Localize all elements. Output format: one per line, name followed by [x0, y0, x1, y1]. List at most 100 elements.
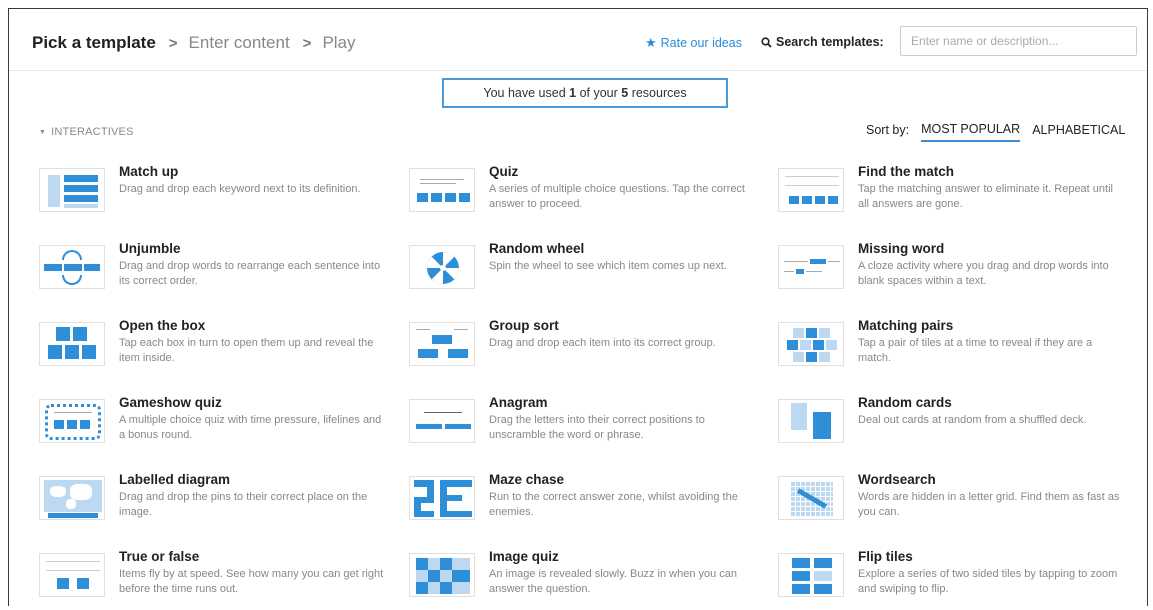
search-input[interactable]: [900, 26, 1137, 56]
template-title: Group sort: [489, 318, 559, 333]
anagram-icon: [409, 399, 475, 443]
sort-alphabetical[interactable]: ALPHABETICAL: [1032, 119, 1125, 141]
template-title: Matching pairs: [858, 318, 954, 333]
template-description: Explore a series of two sided tiles by t…: [858, 568, 1118, 595]
template-quiz[interactable]: Quiz A series of multiple choice questio…: [409, 164, 759, 224]
template-wordsearch[interactable]: Wordsearch Words are hidden in a letter …: [778, 472, 1128, 532]
template-open-the-box[interactable]: Open the box Tap each box in turn to ope…: [39, 318, 389, 378]
sort-by-label: Sort by:: [866, 123, 910, 137]
quiz-icon: [409, 168, 475, 212]
rate-ideas-label: Rate our ideas: [660, 36, 742, 50]
template-random-wheel[interactable]: Random wheel Spin the wheel to see which…: [409, 241, 759, 301]
template-title: Labelled diagram: [119, 472, 231, 487]
breadcrumb-play: Play: [322, 33, 356, 52]
template-description: Words are hidden in a letter grid. Find …: [858, 491, 1120, 518]
template-description: Drag and drop words to rearrange each se…: [119, 260, 381, 287]
template-title: Gameshow quiz: [119, 395, 222, 410]
flip-tiles-icon: [778, 553, 844, 597]
template-description: Tap each box in turn to open them up and…: [119, 337, 374, 364]
template-description: Spin the wheel to see which item comes u…: [489, 260, 727, 272]
missing-word-icon: [778, 245, 844, 289]
template-unjumble[interactable]: Unjumble Drag and drop words to rearrang…: [39, 241, 389, 301]
sort-most-popular[interactable]: MOST POPULAR: [921, 118, 1021, 142]
template-text: Random cards Deal out cards at random fr…: [858, 395, 1123, 455]
template-gameshow-quiz[interactable]: Gameshow quiz A multiple choice quiz wit…: [39, 395, 389, 455]
template-text: Anagram Drag the letters into their corr…: [489, 395, 754, 455]
template-description: An image is revealed slowly. Buzz in whe…: [489, 568, 738, 595]
template-maze-chase[interactable]: Maze chase Run to the correct answer zon…: [409, 472, 759, 532]
template-find-the-match[interactable]: Find the match Tap the matching answer t…: [778, 164, 1128, 224]
template-flip-tiles[interactable]: Flip tiles Explore a series of two sided…: [778, 549, 1128, 606]
template-text: Open the box Tap each box in turn to ope…: [119, 318, 384, 378]
search-icon: [761, 36, 772, 48]
wordsearch-icon: [778, 476, 844, 520]
caret-down-icon: ▼: [39, 128, 47, 136]
template-title: Image quiz: [489, 549, 559, 564]
template-description: Drag and drop each item into its correct…: [489, 337, 716, 349]
template-labelled-diagram[interactable]: Labelled diagram Drag and drop the pins …: [39, 472, 389, 532]
header-bar: Pick a template > Enter content > Play ★…: [9, 9, 1147, 71]
true-or-false-icon: [39, 553, 105, 597]
template-description: Drag the letters into their correct posi…: [489, 414, 705, 441]
usage-suffix: resources: [628, 86, 687, 100]
template-title: Find the match: [858, 164, 955, 179]
breadcrumb: Pick a template > Enter content > Play: [32, 33, 356, 53]
template-text: Matching pairs Tap a pair of tiles at a …: [858, 318, 1123, 378]
template-description: Drag and drop each keyword next to its d…: [119, 183, 361, 195]
template-title: Missing word: [858, 241, 945, 256]
search-label-text: Search templates:: [776, 35, 884, 49]
find-the-match-icon: [778, 168, 844, 212]
template-description: Tap the matching answer to eliminate it.…: [858, 183, 1113, 210]
image-quiz-icon: [409, 553, 475, 597]
unjumble-icon: [39, 245, 105, 289]
open-the-box-icon: [39, 322, 105, 366]
template-text: Missing word A cloze activity where you …: [858, 241, 1123, 301]
template-description: Items fly by at speed. See how many you …: [119, 568, 384, 595]
section-toggle-interactives[interactable]: ▼ INTERACTIVES: [39, 126, 134, 138]
template-description: Drag and drop the pins to their correct …: [119, 491, 368, 518]
template-text: Gameshow quiz A multiple choice quiz wit…: [119, 395, 384, 455]
template-text: Wordsearch Words are hidden in a letter …: [858, 472, 1123, 532]
template-text: Flip tiles Explore a series of two sided…: [858, 549, 1123, 606]
group-sort-icon: [409, 322, 475, 366]
template-true-or-false[interactable]: True or false Items fly by at speed. See…: [39, 549, 389, 606]
template-matching-pairs[interactable]: Matching pairs Tap a pair of tiles at a …: [778, 318, 1128, 378]
template-description: Run to the correct answer zone, whilst a…: [489, 491, 738, 518]
template-picker: Pick a template > Enter content > Play ★…: [8, 8, 1148, 606]
template-text: Match up Drag and drop each keyword next…: [119, 164, 384, 224]
breadcrumb-pick-template: Pick a template: [32, 33, 156, 52]
template-match-up[interactable]: Match up Drag and drop each keyword next…: [39, 164, 389, 224]
template-title: Random cards: [858, 395, 952, 410]
match-up-icon: [39, 168, 105, 212]
search-templates-label: Search templates:: [761, 35, 884, 49]
template-title: Flip tiles: [858, 549, 913, 564]
template-description: A cloze activity where you drag and drop…: [858, 260, 1109, 287]
section-label-text: INTERACTIVES: [51, 126, 134, 138]
template-description: Tap a pair of tiles at a time to reveal …: [858, 337, 1093, 364]
template-random-cards[interactable]: Random cards Deal out cards at random fr…: [778, 395, 1128, 455]
template-text: Group sort Drag and drop each item into …: [489, 318, 754, 378]
sort-controls: Sort by: MOST POPULAR ALPHABETICAL: [866, 118, 1125, 142]
rate-ideas-link[interactable]: ★ Rate our ideas: [645, 35, 742, 51]
template-title: Quiz: [489, 164, 519, 179]
template-text: Unjumble Drag and drop words to rearrang…: [119, 241, 384, 301]
template-text: True or false Items fly by at speed. See…: [119, 549, 384, 606]
template-image-quiz[interactable]: Image quiz An image is revealed slowly. …: [409, 549, 759, 606]
template-text: Image quiz An image is revealed slowly. …: [489, 549, 754, 606]
random-cards-icon: [778, 399, 844, 443]
star-icon: ★: [645, 35, 657, 50]
template-title: Unjumble: [119, 241, 181, 256]
template-text: Labelled diagram Drag and drop the pins …: [119, 472, 384, 532]
gameshow-quiz-icon: [39, 399, 105, 443]
template-title: Open the box: [119, 318, 206, 333]
template-group-sort[interactable]: Group sort Drag and drop each item into …: [409, 318, 759, 378]
maze-chase-icon: [409, 476, 475, 520]
template-title: Wordsearch: [858, 472, 936, 487]
usage-banner: You have used 1 of your 5 resources: [442, 78, 728, 108]
template-missing-word[interactable]: Missing word A cloze activity where you …: [778, 241, 1128, 301]
template-title: True or false: [119, 549, 200, 564]
chevron-right-icon: >: [168, 34, 178, 52]
template-anagram[interactable]: Anagram Drag the letters into their corr…: [409, 395, 759, 455]
usage-prefix: You have used: [483, 86, 570, 100]
template-description: A multiple choice quiz with time pressur…: [119, 414, 382, 441]
